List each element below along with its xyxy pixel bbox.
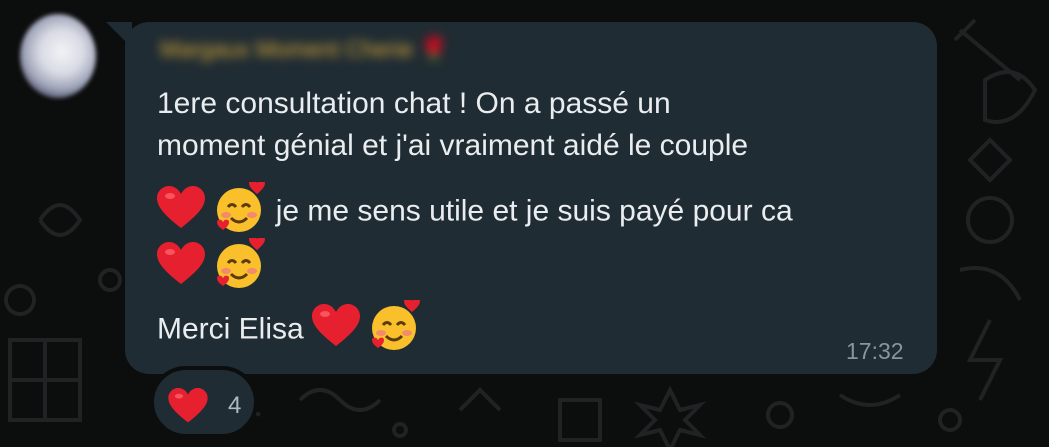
- red-heart-icon: [312, 304, 361, 357]
- smiling-face-with-hearts-icon: [213, 235, 267, 299]
- message-timestamp: 17:32: [846, 338, 904, 364]
- sender-name[interactable]: Margaux Moment Cherie 🌹: [160, 36, 448, 63]
- smiling-face-with-hearts-icon: [368, 297, 422, 361]
- red-heart-icon: [157, 186, 205, 239]
- message-line-4: Merci Elisa: [157, 312, 304, 346]
- red-heart-icon: [157, 242, 205, 295]
- red-heart-icon: [168, 388, 208, 429]
- message-line-4-row: Merci Elisa: [157, 297, 422, 361]
- message-line-3: je me sens utile et je suis payé pour ca: [275, 194, 793, 228]
- message-line-1: 1ere consultation chat ! On a passé un: [157, 87, 671, 120]
- message-line-3-row: je me sens utile et je suis payé pour ca: [157, 179, 793, 243]
- smiling-face-with-hearts-icon: [213, 179, 267, 243]
- reaction-count: 4: [228, 392, 242, 419]
- emoji-row: [157, 235, 267, 299]
- sender-avatar[interactable]: [20, 14, 96, 98]
- reaction-pill[interactable]: 4: [150, 366, 258, 438]
- message-line-2: moment génial et j'ai vraiment aidé le c…: [157, 129, 749, 162]
